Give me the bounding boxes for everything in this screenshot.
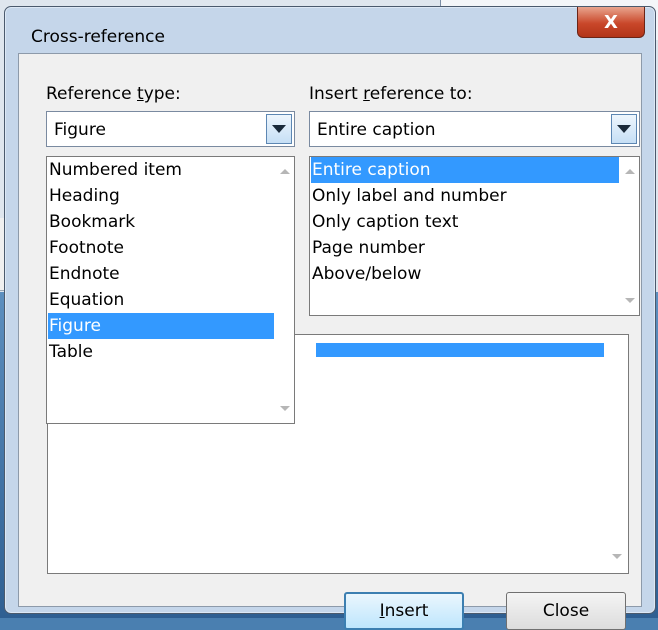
list-item[interactable]: Endnote: [48, 261, 274, 287]
scrollbar[interactable]: [619, 157, 639, 315]
list-item[interactable]: Entire caption: [311, 157, 619, 183]
insert-reference-to-dropdown-list[interactable]: Entire caption Only label and number Only …: [309, 156, 640, 316]
scroll-down-arrow-icon[interactable]: [625, 298, 635, 303]
list-item[interactable]: Table: [48, 339, 274, 365]
dialog-client-area: Reference type: Insert reference to: Fig…: [18, 53, 642, 630]
list-item[interactable]: Footnote: [48, 235, 274, 261]
list-item[interactable]: Numbered item: [48, 157, 274, 183]
list-item[interactable]: Heading: [48, 183, 274, 209]
insert-button[interactable]: Insert: [344, 592, 464, 630]
dialog-title: Cross-reference: [31, 27, 165, 47]
insert-reference-to-value: Entire caption: [317, 120, 436, 140]
scrollbar[interactable]: [274, 157, 294, 423]
scroll-down-arrow-icon[interactable]: [612, 554, 622, 559]
close-window-button[interactable]: X: [577, 7, 645, 38]
scroll-up-arrow-icon[interactable]: [280, 169, 290, 174]
reference-type-label: Reference type:: [46, 84, 181, 104]
insert-reference-to-select[interactable]: Entire caption: [309, 111, 640, 147]
list-item[interactable]: Only caption text: [311, 209, 619, 235]
list-item[interactable]: Bookmark: [48, 209, 274, 235]
list-item[interactable]: Only label and number: [311, 183, 619, 209]
insert-reference-to-label: Insert reference to:: [309, 84, 473, 104]
chevron-down-icon: [617, 125, 631, 133]
list-item[interactable]: Above/below: [311, 261, 619, 287]
scroll-down-arrow-icon[interactable]: [280, 406, 290, 411]
list-item[interactable]: Page number: [311, 235, 619, 261]
selected-item-highlight: [316, 343, 604, 357]
close-icon: X: [604, 11, 618, 33]
list-item[interactable]: Figure: [48, 313, 274, 339]
scroll-up-arrow-icon[interactable]: [625, 169, 635, 174]
reference-type-select[interactable]: Figure: [46, 111, 295, 147]
close-button[interactable]: Close: [506, 592, 626, 630]
dropdown-arrow-button[interactable]: [611, 114, 637, 144]
cross-reference-dialog: Cross-reference X Reference type: Insert…: [4, 6, 656, 630]
dropdown-arrow-button[interactable]: [266, 114, 292, 144]
reference-type-dropdown-list[interactable]: Numbered item Heading Bookmark Footnote Endn…: [46, 156, 295, 424]
title-bar[interactable]: Cross-reference X: [5, 7, 655, 51]
chevron-down-icon: [272, 125, 286, 133]
reference-type-value: Figure: [54, 120, 106, 140]
list-item[interactable]: Equation: [48, 287, 274, 313]
